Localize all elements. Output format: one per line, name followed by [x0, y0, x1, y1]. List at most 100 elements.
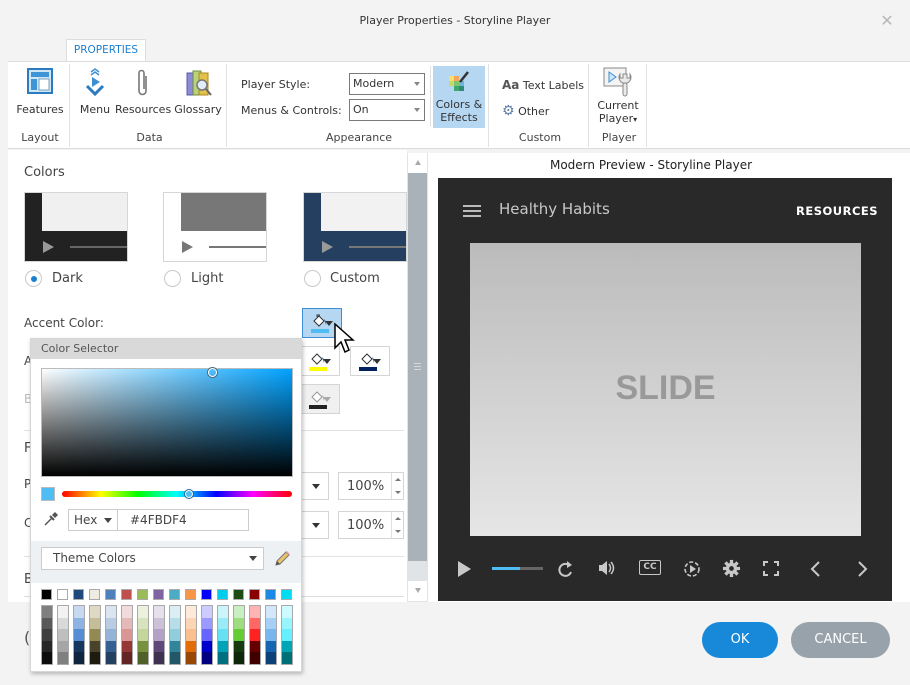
- color-button-disabled[interactable]: [300, 384, 340, 414]
- hamburger-menu-icon[interactable]: [463, 205, 481, 217]
- palette-shade-chip[interactable]: [266, 617, 276, 630]
- palette-shade-chip[interactable]: [90, 629, 100, 641]
- palette-color-chip[interactable]: [265, 589, 276, 600]
- palette-shade-chip[interactable]: [154, 640, 164, 653]
- palette-shade-chip[interactable]: [186, 640, 196, 653]
- scroll-down-button[interactable]: [408, 581, 427, 601]
- hex-input[interactable]: #4FBDF4: [117, 509, 249, 531]
- palette-shade-chip[interactable]: [218, 640, 228, 653]
- palette-shade-chip[interactable]: [58, 640, 68, 653]
- theme-thumb-light[interactable]: [163, 192, 267, 262]
- palette-shade-chip[interactable]: [90, 606, 100, 618]
- palette-shade-chip[interactable]: [122, 652, 132, 664]
- scroll-up-button[interactable]: [408, 153, 427, 173]
- palette-shade-chip[interactable]: [122, 640, 132, 653]
- spinner[interactable]: [391, 473, 403, 499]
- palette-shade-chip[interactable]: [266, 640, 276, 653]
- palette-shade-chip[interactable]: [138, 606, 148, 618]
- palette-shade-chip[interactable]: [138, 629, 148, 641]
- palette-shade-chip[interactable]: [250, 640, 260, 653]
- palette-color-chip[interactable]: [217, 589, 228, 600]
- pencil-icon[interactable]: [273, 550, 291, 568]
- palette-shade-chip[interactable]: [234, 640, 244, 653]
- palette-shade-chip[interactable]: [186, 617, 196, 630]
- saturation-value-handle[interactable]: [208, 368, 217, 377]
- other-button[interactable]: ⚙ Other: [502, 103, 549, 119]
- settings-icon[interactable]: [722, 559, 741, 578]
- palette-shade-chip[interactable]: [42, 640, 52, 653]
- palette-color-chip[interactable]: [201, 589, 212, 600]
- palette-color-chip[interactable]: [57, 589, 68, 600]
- spinner[interactable]: [391, 512, 403, 538]
- palette-shade-chip[interactable]: [74, 606, 84, 618]
- palette-shade-chip[interactable]: [170, 640, 180, 653]
- palette-shade-chip[interactable]: [58, 652, 68, 664]
- palette-color-chip[interactable]: [89, 589, 100, 600]
- palette-shade-chip[interactable]: [282, 629, 292, 641]
- palette-shade-chip[interactable]: [58, 606, 68, 618]
- palette-shade-chip[interactable]: [122, 606, 132, 618]
- palette-shade-chip[interactable]: [266, 606, 276, 618]
- palette-shade-chip[interactable]: [106, 652, 116, 664]
- eyedropper-icon[interactable]: [43, 511, 59, 527]
- scrollbar-thumb[interactable]: [408, 173, 427, 561]
- palette-shade-chip[interactable]: [170, 606, 180, 618]
- hue-slider[interactable]: [62, 489, 292, 499]
- palette-shade-chip[interactable]: [106, 617, 116, 630]
- palette-shade-chip[interactable]: [186, 652, 196, 664]
- playback-speed-icon[interactable]: [683, 560, 701, 578]
- palette-shade-chip[interactable]: [202, 652, 212, 664]
- palette-shade-chip[interactable]: [42, 617, 52, 630]
- spinner-up-icon[interactable]: [395, 478, 401, 481]
- palette-shade-chip[interactable]: [202, 640, 212, 653]
- colors-effects-button[interactable]: Colors & Effects: [433, 66, 485, 128]
- palette-shade-chip[interactable]: [234, 629, 244, 641]
- palette-shade-chip[interactable]: [106, 629, 116, 641]
- close-icon[interactable]: ✕: [878, 12, 896, 30]
- palette-shade-chip[interactable]: [202, 606, 212, 618]
- theme-thumb-dark[interactable]: [24, 192, 128, 262]
- palette-shade-chip[interactable]: [106, 640, 116, 653]
- palette-shade-chip[interactable]: [250, 606, 260, 618]
- palette-shade-chip[interactable]: [202, 617, 212, 630]
- hue-slider-handle[interactable]: [184, 489, 194, 499]
- captions-icon[interactable]: CC: [639, 560, 661, 575]
- palette-shade-chip[interactable]: [42, 606, 52, 618]
- palette-shade-chip[interactable]: [250, 652, 260, 664]
- palette-shade-chip[interactable]: [186, 629, 196, 641]
- replay-icon[interactable]: [558, 560, 574, 578]
- palette-color-chip[interactable]: [121, 589, 132, 600]
- palette-shade-chip[interactable]: [250, 629, 260, 641]
- palette-shade-chip[interactable]: [138, 652, 148, 664]
- volume-icon[interactable]: [598, 560, 616, 576]
- previous-icon[interactable]: [809, 560, 821, 578]
- palette-shade-chip[interactable]: [234, 606, 244, 618]
- palette-color-chip[interactable]: [233, 589, 244, 600]
- palette-shade-chip[interactable]: [90, 617, 100, 630]
- palette-shade-chip[interactable]: [234, 652, 244, 664]
- fullscreen-icon[interactable]: [763, 561, 779, 576]
- palette-shade-chip[interactable]: [234, 617, 244, 630]
- palette-shade-chip[interactable]: [218, 606, 228, 618]
- palette-shade-chip[interactable]: [154, 652, 164, 664]
- next-icon[interactable]: [857, 560, 869, 578]
- features-button[interactable]: Features: [14, 68, 66, 116]
- text-labels-button[interactable]: Aa Text Labels: [502, 78, 584, 92]
- spinner-down-icon[interactable]: [395, 530, 401, 533]
- palette-shade-chip[interactable]: [138, 640, 148, 653]
- saturation-value-picker[interactable]: [41, 368, 293, 477]
- palette-shade-chip[interactable]: [122, 629, 132, 641]
- palette-color-chip[interactable]: [185, 589, 196, 600]
- ok-button[interactable]: OK: [702, 622, 778, 658]
- theme-thumb-custom[interactable]: [303, 192, 407, 262]
- palette-shade-chip[interactable]: [58, 629, 68, 641]
- palette-color-chip[interactable]: [105, 589, 116, 600]
- palette-shade-chip[interactable]: [74, 629, 84, 641]
- palette-color-chip[interactable]: [169, 589, 180, 600]
- palette-shade-chip[interactable]: [154, 617, 164, 630]
- menu-button[interactable]: Menu: [77, 68, 113, 116]
- spinner-up-icon[interactable]: [395, 517, 401, 520]
- palette-shade-chip[interactable]: [154, 606, 164, 618]
- resources-button[interactable]: Resources: [115, 68, 171, 116]
- radio-dark[interactable]: [25, 270, 42, 287]
